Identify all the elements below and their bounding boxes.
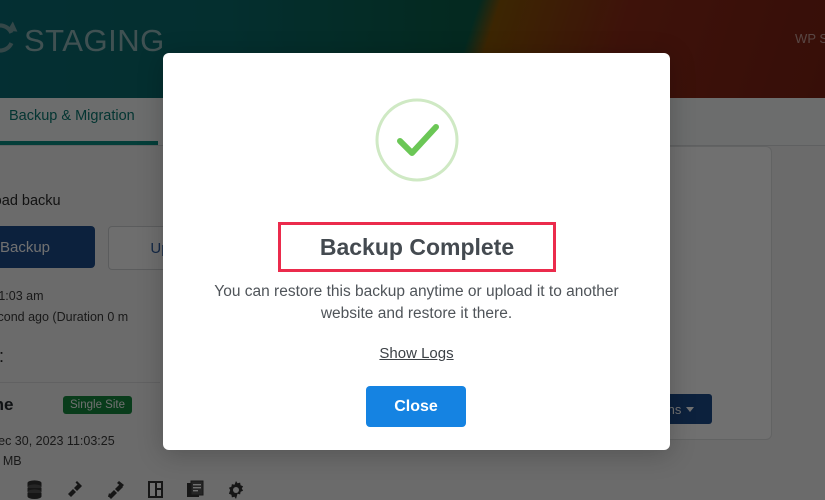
- backup-complete-modal: Backup Complete You can restore this bac…: [163, 53, 670, 450]
- close-button[interactable]: Close: [366, 386, 466, 427]
- modal-title: Backup Complete: [319, 233, 515, 260]
- success-check-circle-icon: [374, 97, 460, 183]
- show-logs-link[interactable]: Show Logs: [163, 345, 670, 362]
- modal-description: You can restore this backup anytime or u…: [214, 283, 619, 322]
- screen-root: STAGING WP Stagi Backup & Migration now?…: [0, 0, 825, 500]
- title-highlight-box: Backup Complete: [278, 222, 556, 272]
